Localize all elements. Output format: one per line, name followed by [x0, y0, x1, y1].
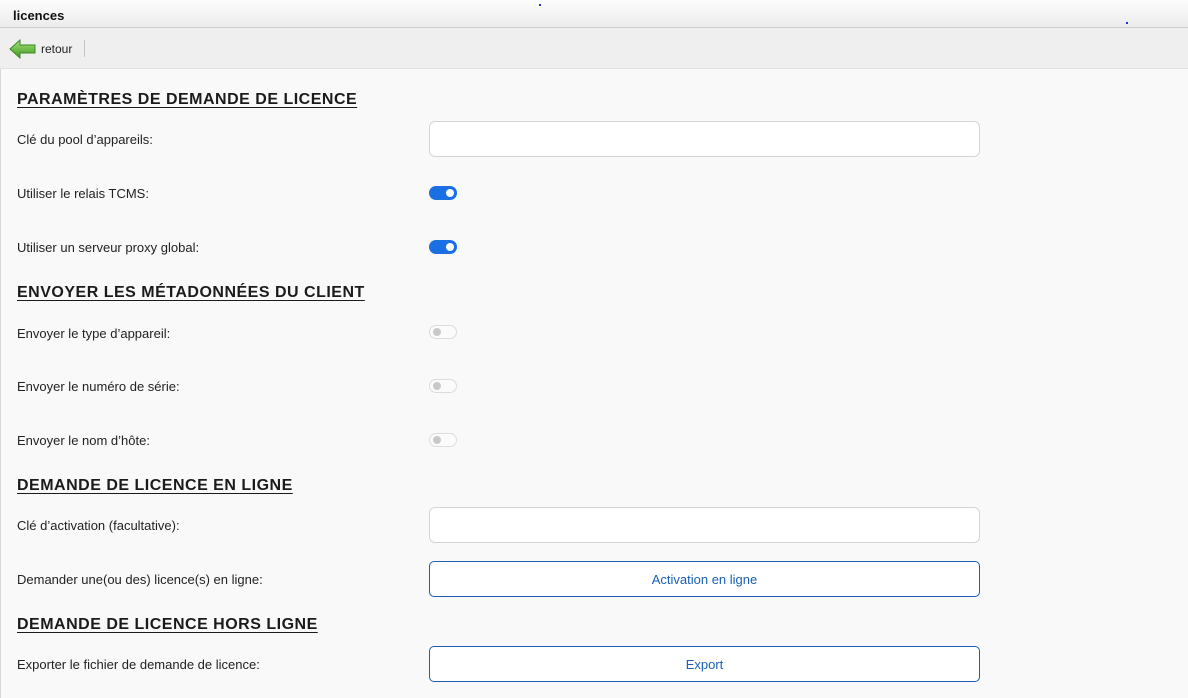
device-type-label: Envoyer le type d’appareil:: [17, 326, 171, 341]
window-titlebar: licences: [0, 0, 1188, 28]
section-heading-request-params: PARAMÈTRES DE DEMANDE DE LICENCE: [17, 91, 358, 108]
section-heading-client-metadata: ENVOYER LES MÉTADONNÉES DU CLIENT: [17, 284, 365, 301]
section-heading-offline-request: DEMANDE DE LICENCE HORS LIGNE: [17, 616, 318, 633]
toolbar: retour: [0, 28, 1188, 69]
online-activation-button[interactable]: Activation en ligne: [429, 561, 980, 597]
hostname-label: Envoyer le nom d’hôte:: [17, 433, 150, 448]
request-online-label: Demander une(ou des) licence(s) en ligne…: [17, 572, 263, 587]
toggle-knob: [433, 436, 441, 444]
toggle-knob: [433, 328, 441, 336]
export-request-label: Exporter le fichier de demande de licenc…: [17, 657, 260, 672]
hostname-toggle[interactable]: [429, 433, 457, 447]
tcms-relay-toggle[interactable]: [429, 186, 457, 200]
toolbar-separator: [84, 40, 85, 57]
device-type-toggle[interactable]: [429, 325, 457, 339]
toggle-knob: [446, 189, 454, 197]
content-border: [0, 69, 1, 698]
back-label: retour: [41, 42, 73, 56]
activation-key-label: Clé d’activation (facultative):: [17, 518, 180, 533]
back-button[interactable]: retour: [9, 37, 72, 61]
pool-key-label: Clé du pool d’appareils:: [17, 132, 153, 147]
titlebar-marker: [539, 4, 541, 6]
section-heading-online-request: DEMANDE DE LICENCE EN LIGNE: [17, 477, 293, 494]
global-proxy-label: Utiliser un serveur proxy global:: [17, 240, 200, 255]
toggle-knob: [446, 243, 454, 251]
tcms-relay-label: Utiliser le relais TCMS:: [17, 186, 149, 201]
export-button[interactable]: Export: [429, 646, 980, 682]
serial-number-toggle[interactable]: [429, 379, 457, 393]
serial-number-label: Envoyer le numéro de série:: [17, 379, 180, 394]
global-proxy-toggle[interactable]: [429, 240, 457, 254]
toggle-knob: [433, 382, 441, 390]
green-left-arrow-icon: [9, 38, 37, 60]
pool-key-input[interactable]: [429, 121, 980, 157]
activation-key-input[interactable]: [429, 507, 980, 543]
window-title: licences: [13, 8, 65, 23]
titlebar-marker: [1126, 22, 1128, 24]
